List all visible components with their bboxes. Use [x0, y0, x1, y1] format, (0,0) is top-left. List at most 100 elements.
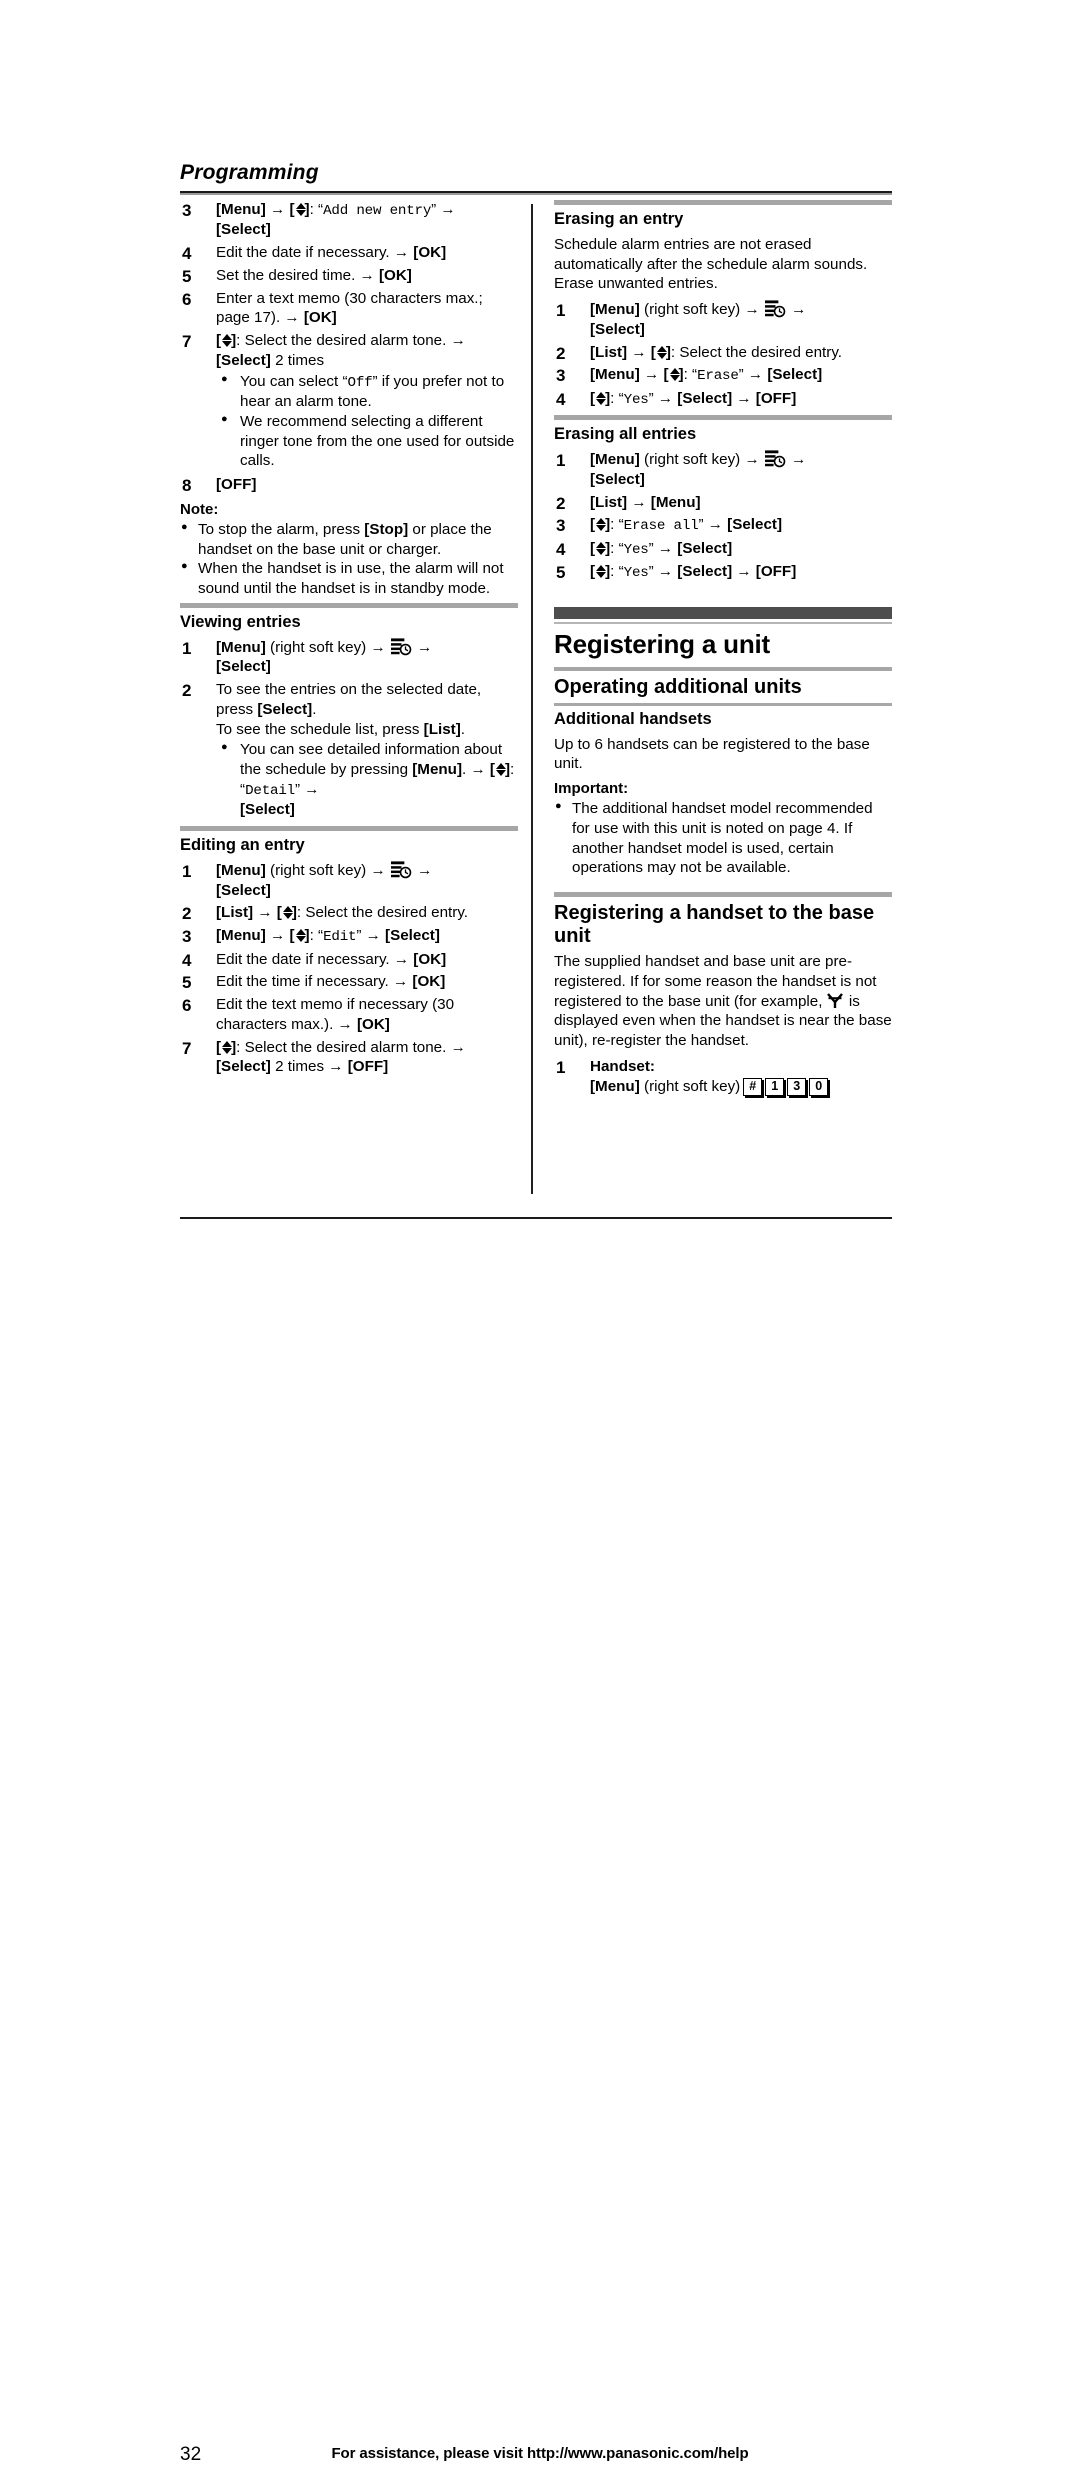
- section-rule: [554, 702, 892, 706]
- menu-item-edit: Edit: [323, 929, 357, 946]
- heading-viewing-entries: Viewing entries: [180, 612, 301, 631]
- step-number: 7: [182, 1038, 192, 1058]
- dial-key-0: 0: [809, 1077, 829, 1096]
- ok-key: [OK]: [412, 973, 446, 991]
- no-signal-antenna-icon: [826, 992, 843, 1009]
- step-number: 3: [556, 516, 566, 536]
- heading-editing-an-entry: Editing an entry: [180, 836, 305, 855]
- two-column-body: 3 [Menu] → []: “Add new entry” → [Select…: [180, 200, 892, 1190]
- menu-key: [Menu]: [650, 493, 701, 511]
- step-1: 1 [Menu] (right soft key) → → [Select]: [556, 450, 807, 488]
- footer-assistance-text: For assistance, please visit http://www.…: [331, 2445, 749, 2462]
- section-title: Operating additional units: [554, 675, 802, 698]
- navigator-key-icon: []: [289, 201, 310, 218]
- step-4: 4 Edit the date if necessary. → [OK]: [180, 950, 518, 970]
- schedule-list-clock-icon: [390, 638, 412, 656]
- list-key: [List]: [590, 493, 628, 511]
- list-item: The additional handset model recommended…: [554, 798, 892, 878]
- registering-handset-body: The supplied handset and base unit are p…: [554, 953, 892, 1050]
- step-number: 3: [556, 366, 566, 386]
- erasing-entry-steps: 1 [Menu] (right soft key) → → [Select] 2…: [554, 300, 892, 409]
- note-bullets: To stop the alarm, press [Stop] or place…: [180, 519, 518, 599]
- step-2: 2 [List] → []: Select the desired entry.: [180, 903, 518, 923]
- step-text: Select the desired entry.: [679, 343, 843, 361]
- step-number: 4: [182, 950, 192, 970]
- step-number: 4: [556, 539, 566, 559]
- section-divider-bar: [180, 602, 518, 608]
- page-footer: 32 For assistance, please visit http://w…: [0, 1220, 1080, 2465]
- important-bullets: The additional handset model recommended…: [554, 798, 892, 878]
- select-key: [Select]: [590, 470, 645, 488]
- step-text: Select the desired alarm tone.: [244, 1038, 447, 1056]
- editing-entry-steps: 1 [Menu] (right soft key) → → [Select] 2…: [180, 861, 518, 1077]
- step-number: 1: [182, 861, 192, 881]
- registering-handset-steps: 1 Handset: [Menu] (right soft key) #1 3 0: [554, 1057, 892, 1097]
- select-key: [Select]: [216, 221, 271, 239]
- navigator-key-icon: []: [216, 1038, 237, 1056]
- step-5: 5 Edit the time if necessary. → [OK]: [180, 972, 518, 992]
- heading-erasing-an-entry: Erasing an entry: [554, 210, 684, 228]
- step-number: 3: [182, 927, 192, 947]
- off-key: [OFF]: [755, 563, 797, 581]
- step-3: 3 []: “Erase all” → [Select]: [554, 515, 892, 535]
- step-note: (right soft key): [644, 451, 741, 468]
- step-3: 3 [Menu] → []: “Erase” → [Select]: [554, 365, 892, 385]
- ok-key: [OK]: [356, 1015, 390, 1033]
- manual-page: Programming 3 [Menu] → []: “Add new entr…: [180, 0, 892, 1404]
- ok-key: [OK]: [378, 266, 412, 284]
- section-divider-bar: [180, 826, 518, 832]
- running-head-title: Programming: [180, 161, 319, 184]
- right-column: Erasing an entry Schedule alarm entries …: [532, 200, 892, 1190]
- step-6: 6 Edit the text memo if necessary (30 ch…: [182, 996, 455, 1033]
- ok-key: [OK]: [413, 950, 447, 968]
- heading-registering-handset: Registering a handset to the base unit: [554, 902, 875, 948]
- step-text: Edit the time if necessary.: [216, 973, 389, 991]
- step-3: 3 [Menu] → []: “Edit” → [Select]: [180, 926, 518, 946]
- step-number: 5: [182, 973, 192, 993]
- chapter-title: Registering a unit: [554, 628, 770, 659]
- menu-key: [Menu]: [590, 301, 640, 319]
- stop-key: [Stop]: [364, 520, 409, 538]
- additional-handsets-body: Up to 6 handsets can be registered to th…: [554, 735, 870, 773]
- off-key: [OFF]: [347, 1058, 389, 1076]
- select-key: [Select]: [216, 881, 271, 899]
- step-4: 4 []: “Yes” → [Select]: [554, 539, 892, 559]
- step-number: 4: [556, 389, 566, 409]
- menu-key: [Menu]: [216, 861, 266, 879]
- step-note: (right soft key): [270, 638, 367, 656]
- select-key: [Select]: [677, 539, 733, 557]
- step-number: 6: [182, 289, 192, 309]
- ok-key: [OK]: [303, 309, 337, 327]
- footer-rule: [180, 1217, 892, 1219]
- dial-key-hash: #: [743, 1077, 763, 1096]
- navigator-key-icon: []: [663, 366, 684, 384]
- menu-value-off: Off: [347, 374, 373, 391]
- step-number: 3: [182, 201, 192, 220]
- step-number: 1: [556, 301, 566, 321]
- step-number: 2: [182, 904, 192, 924]
- menu-item-erase-all: Erase all: [623, 518, 699, 535]
- step-text-tail: 2 times: [275, 351, 325, 369]
- menu-key: [Menu]: [590, 1077, 640, 1095]
- navigator-key-icon: []: [590, 539, 611, 557]
- step-text: Select the desired alarm tone.: [244, 332, 447, 350]
- chapter-rule: [554, 621, 892, 624]
- step-note: (right soft key): [270, 861, 367, 879]
- step-1: 1 Handset: [Menu] (right soft key) #1 3 0: [554, 1057, 892, 1097]
- step-text: Set the desired time.: [216, 266, 356, 284]
- step-7-notes: You can select “Off” if you prefer not t…: [220, 371, 518, 471]
- step-text: Edit the text memo if necessary (30 char…: [216, 996, 455, 1033]
- left-column: 3 [Menu] → []: “Add new entry” → [Select…: [180, 200, 532, 1190]
- step-number: 6: [182, 996, 192, 1016]
- step-text: Enter a text memo (30 characters max.; p…: [216, 289, 483, 327]
- erasing-all-steps: 1 [Menu] (right soft key) → → [Select] 2…: [554, 450, 892, 583]
- section-divider-bar: [554, 892, 892, 898]
- step-number: 1: [182, 638, 192, 658]
- step-5: 5 []: “Yes” → [Select] → [OFF]: [554, 562, 892, 582]
- step-number: 2: [556, 493, 566, 513]
- step-number: 4: [182, 244, 192, 264]
- step-number: 2: [182, 681, 192, 701]
- select-key: [Select]: [216, 351, 271, 369]
- step-number: 2: [556, 343, 566, 363]
- list-item: You can select “Off” if you prefer not t…: [220, 371, 518, 412]
